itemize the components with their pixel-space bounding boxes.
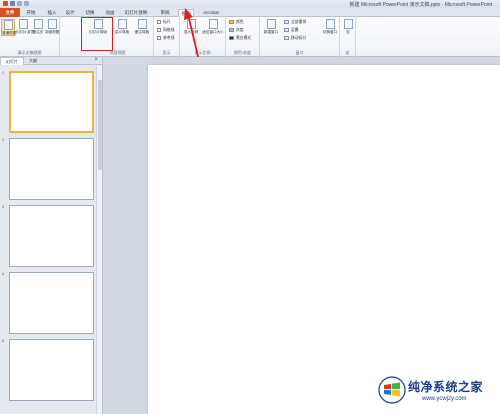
new-window-icon [266,19,276,29]
slide-canvas[interactable] [148,65,500,414]
quick-access-toolbar [3,1,29,6]
gridlines-checkbox[interactable]: 网格线 [157,27,174,33]
group-color: 颜色 灰度 黑白模式 颜色/灰度 [226,17,260,57]
slide-thumbnail[interactable]: 1 [0,71,96,133]
slide-preview[interactable] [9,138,94,200]
group-label: 窗口 [295,50,304,55]
group-presentation-views: 普通视图 幻灯片浏览 备注页 阅读视图 演示文稿视图 [0,17,60,57]
group-label: 宏 [345,50,350,55]
ribbon-tabs: 文件 开始 插入 设计 切换 动画 幻灯片放映 审阅 视图 Acrobat [0,8,500,18]
slide-preview[interactable] [9,272,94,334]
watermark-title: 纯净系统之家 [408,380,484,394]
tab-slideshow[interactable]: 幻灯片放映 [122,9,150,17]
watermark-url: www.ycwjzy.com [422,396,467,402]
cascade-button[interactable]: 层叠 [284,27,299,33]
tab-slides[interactable]: 幻灯片 [0,56,24,65]
notes-master-icon [137,19,147,29]
handout-master-icon [117,19,127,29]
pane-scrollbar[interactable] [96,66,102,414]
color-button[interactable]: 颜色 [229,19,244,25]
slide-preview[interactable] [9,339,94,401]
slide-thumbnail[interactable]: 4 [0,272,96,334]
slides-pane: 幻灯片 大纲 × 1 2 3 4 5 [0,56,103,414]
slide-number: 5 [2,339,5,343]
group-window: 新建窗口 全部重排 层叠 移动拆分 切换窗口 窗口 [260,17,340,57]
reading-view-icon [47,19,57,29]
group-show: 标尺 网格线 参考线 显示 [154,17,180,57]
tab-review[interactable]: 审阅 [158,9,172,17]
guides-checkbox[interactable]: 参考线 [157,35,174,41]
tab-insert[interactable]: 插入 [45,9,59,17]
macro-button[interactable]: 宏 [341,19,355,34]
group-label: 演示文稿视图 [17,50,42,55]
app-icon[interactable] [3,1,8,6]
tab-file[interactable]: 文件 [0,8,20,17]
normal-view-button[interactable]: 普通视图 [1,19,16,36]
notes-master-button[interactable]: 备注母版 [134,19,150,34]
window-title: 新建 Microsoft PowerPoint 演示文稿.pptx - Micr… [349,2,492,8]
scrollbar-thumb[interactable] [98,80,102,170]
normal-view-icon [3,20,13,30]
title-bar: 新建 Microsoft PowerPoint 演示文稿.pptx - Micr… [0,0,500,8]
group-label: 颜色/灰度 [233,50,252,55]
close-icon[interactable]: × [94,57,98,63]
editor-area [104,57,500,414]
slide-sorter-button[interactable]: 幻灯片浏览 [16,19,34,34]
notes-page-button[interactable]: 备注页 [31,19,45,34]
group-label: 显示 [162,50,171,55]
slide-preview[interactable] [9,205,94,267]
switch-window-icon [325,19,335,29]
slide-thumbnail[interactable]: 2 [0,138,96,200]
switch-window-button[interactable]: 切换窗口 [322,19,338,34]
grayscale-button[interactable]: 灰度 [229,27,244,33]
move-split-button[interactable]: 移动拆分 [284,35,306,41]
slide-sorter-icon [18,19,28,29]
slide-number: 3 [2,205,5,209]
black-white-button[interactable]: 黑白模式 [229,35,251,41]
slide-number: 1 [2,71,5,75]
group-macro: 宏 宏 [340,17,356,57]
arrange-all-button[interactable]: 全部重排 [284,19,306,25]
pane-tabs: 幻灯片 大纲 × [0,56,102,65]
slide-thumbnail[interactable]: 3 [0,205,96,267]
save-icon[interactable] [10,1,15,6]
handout-master-button[interactable]: 讲义母版 [114,19,130,34]
tab-design[interactable]: 设计 [64,9,76,17]
slide-number: 4 [2,272,5,276]
tab-animations[interactable]: 动画 [104,9,116,17]
tab-home[interactable]: 开始 [24,9,38,17]
watermark: 纯净系统之家 www.ycwjzy.com [378,374,496,410]
tab-outline[interactable]: 大纲 [24,57,42,65]
slide-thumbnail[interactable]: 5 [0,339,96,401]
undo-icon[interactable] [17,1,22,6]
new-window-button[interactable]: 新建窗口 [262,19,280,34]
slide-number: 2 [2,138,5,142]
redo-icon[interactable] [24,1,29,6]
macro-icon [343,19,353,29]
reading-view-button[interactable]: 阅读视图 [45,19,59,34]
windows-logo-icon [378,376,406,404]
slide-preview[interactable] [9,71,94,133]
ruler-checkbox[interactable]: 标尺 [157,19,171,25]
ribbon: 普通视图 幻灯片浏览 备注页 阅读视图 演示文稿视图 幻灯片母版 讲义母版 备注… [0,17,500,57]
tab-transitions[interactable]: 切换 [84,9,96,17]
notes-page-icon [33,19,43,29]
highlight-box [81,17,113,51]
